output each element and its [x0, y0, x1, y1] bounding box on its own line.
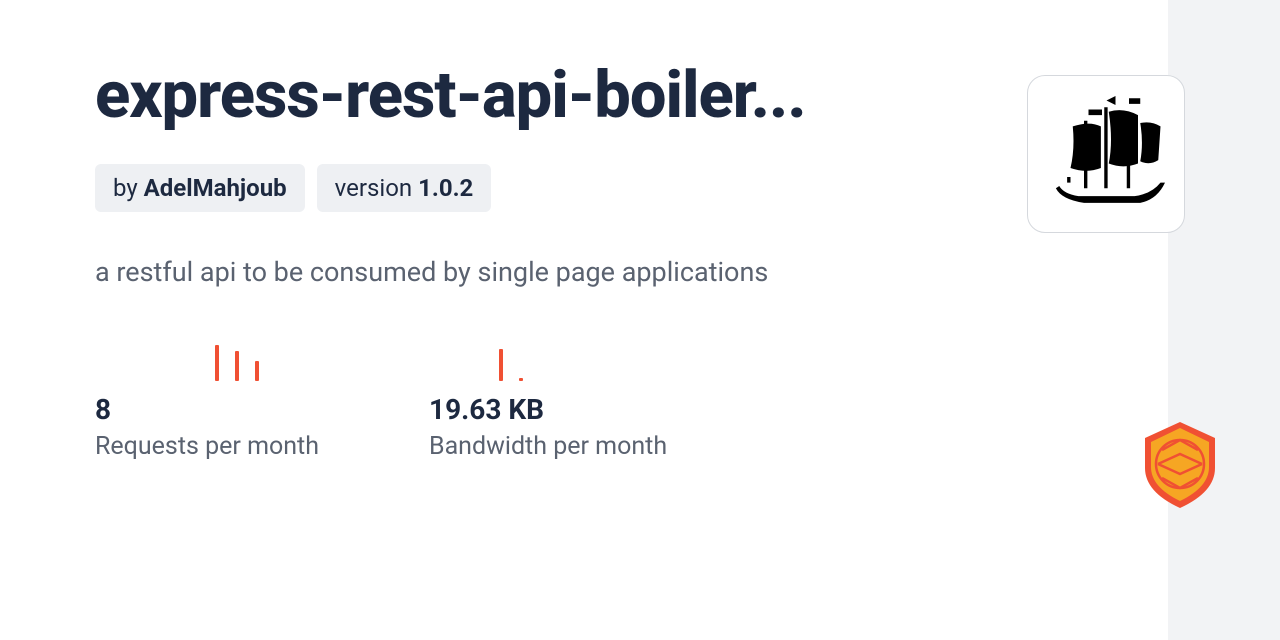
stats-row: 8 Requests per month 19.63 KB Bandwidth …: [95, 333, 1280, 461]
requests-value: 8: [95, 393, 319, 426]
bandwidth-label: Bandwidth per month: [429, 432, 667, 461]
bandwidth-stat: 19.63 KB Bandwidth per month: [429, 333, 667, 461]
version-prefix: version: [335, 174, 418, 202]
spark-bar: [255, 361, 259, 381]
author-badge[interactable]: by AdelMahjoub: [95, 164, 305, 212]
requests-label: Requests per month: [95, 432, 319, 461]
spark-bar: [499, 349, 503, 381]
author-prefix: by: [113, 174, 144, 202]
author-name: AdelMahjoub: [144, 174, 287, 202]
spark-bar: [215, 345, 219, 381]
spark-bar: [519, 378, 523, 381]
bandwidth-sparkline: [429, 333, 667, 381]
bandwidth-value: 19.63 KB: [429, 393, 667, 426]
requests-stat: 8 Requests per month: [95, 333, 319, 461]
shield-badge-icon: [1140, 420, 1220, 510]
package-avatar: [1027, 75, 1185, 233]
ship-icon: [1039, 87, 1174, 222]
version-badge[interactable]: version 1.0.2: [317, 164, 492, 212]
requests-sparkline: [95, 333, 319, 381]
version-value: 1.0.2: [418, 174, 473, 202]
spark-bar: [235, 351, 239, 381]
package-description: a restful api to be consumed by single p…: [95, 252, 815, 294]
